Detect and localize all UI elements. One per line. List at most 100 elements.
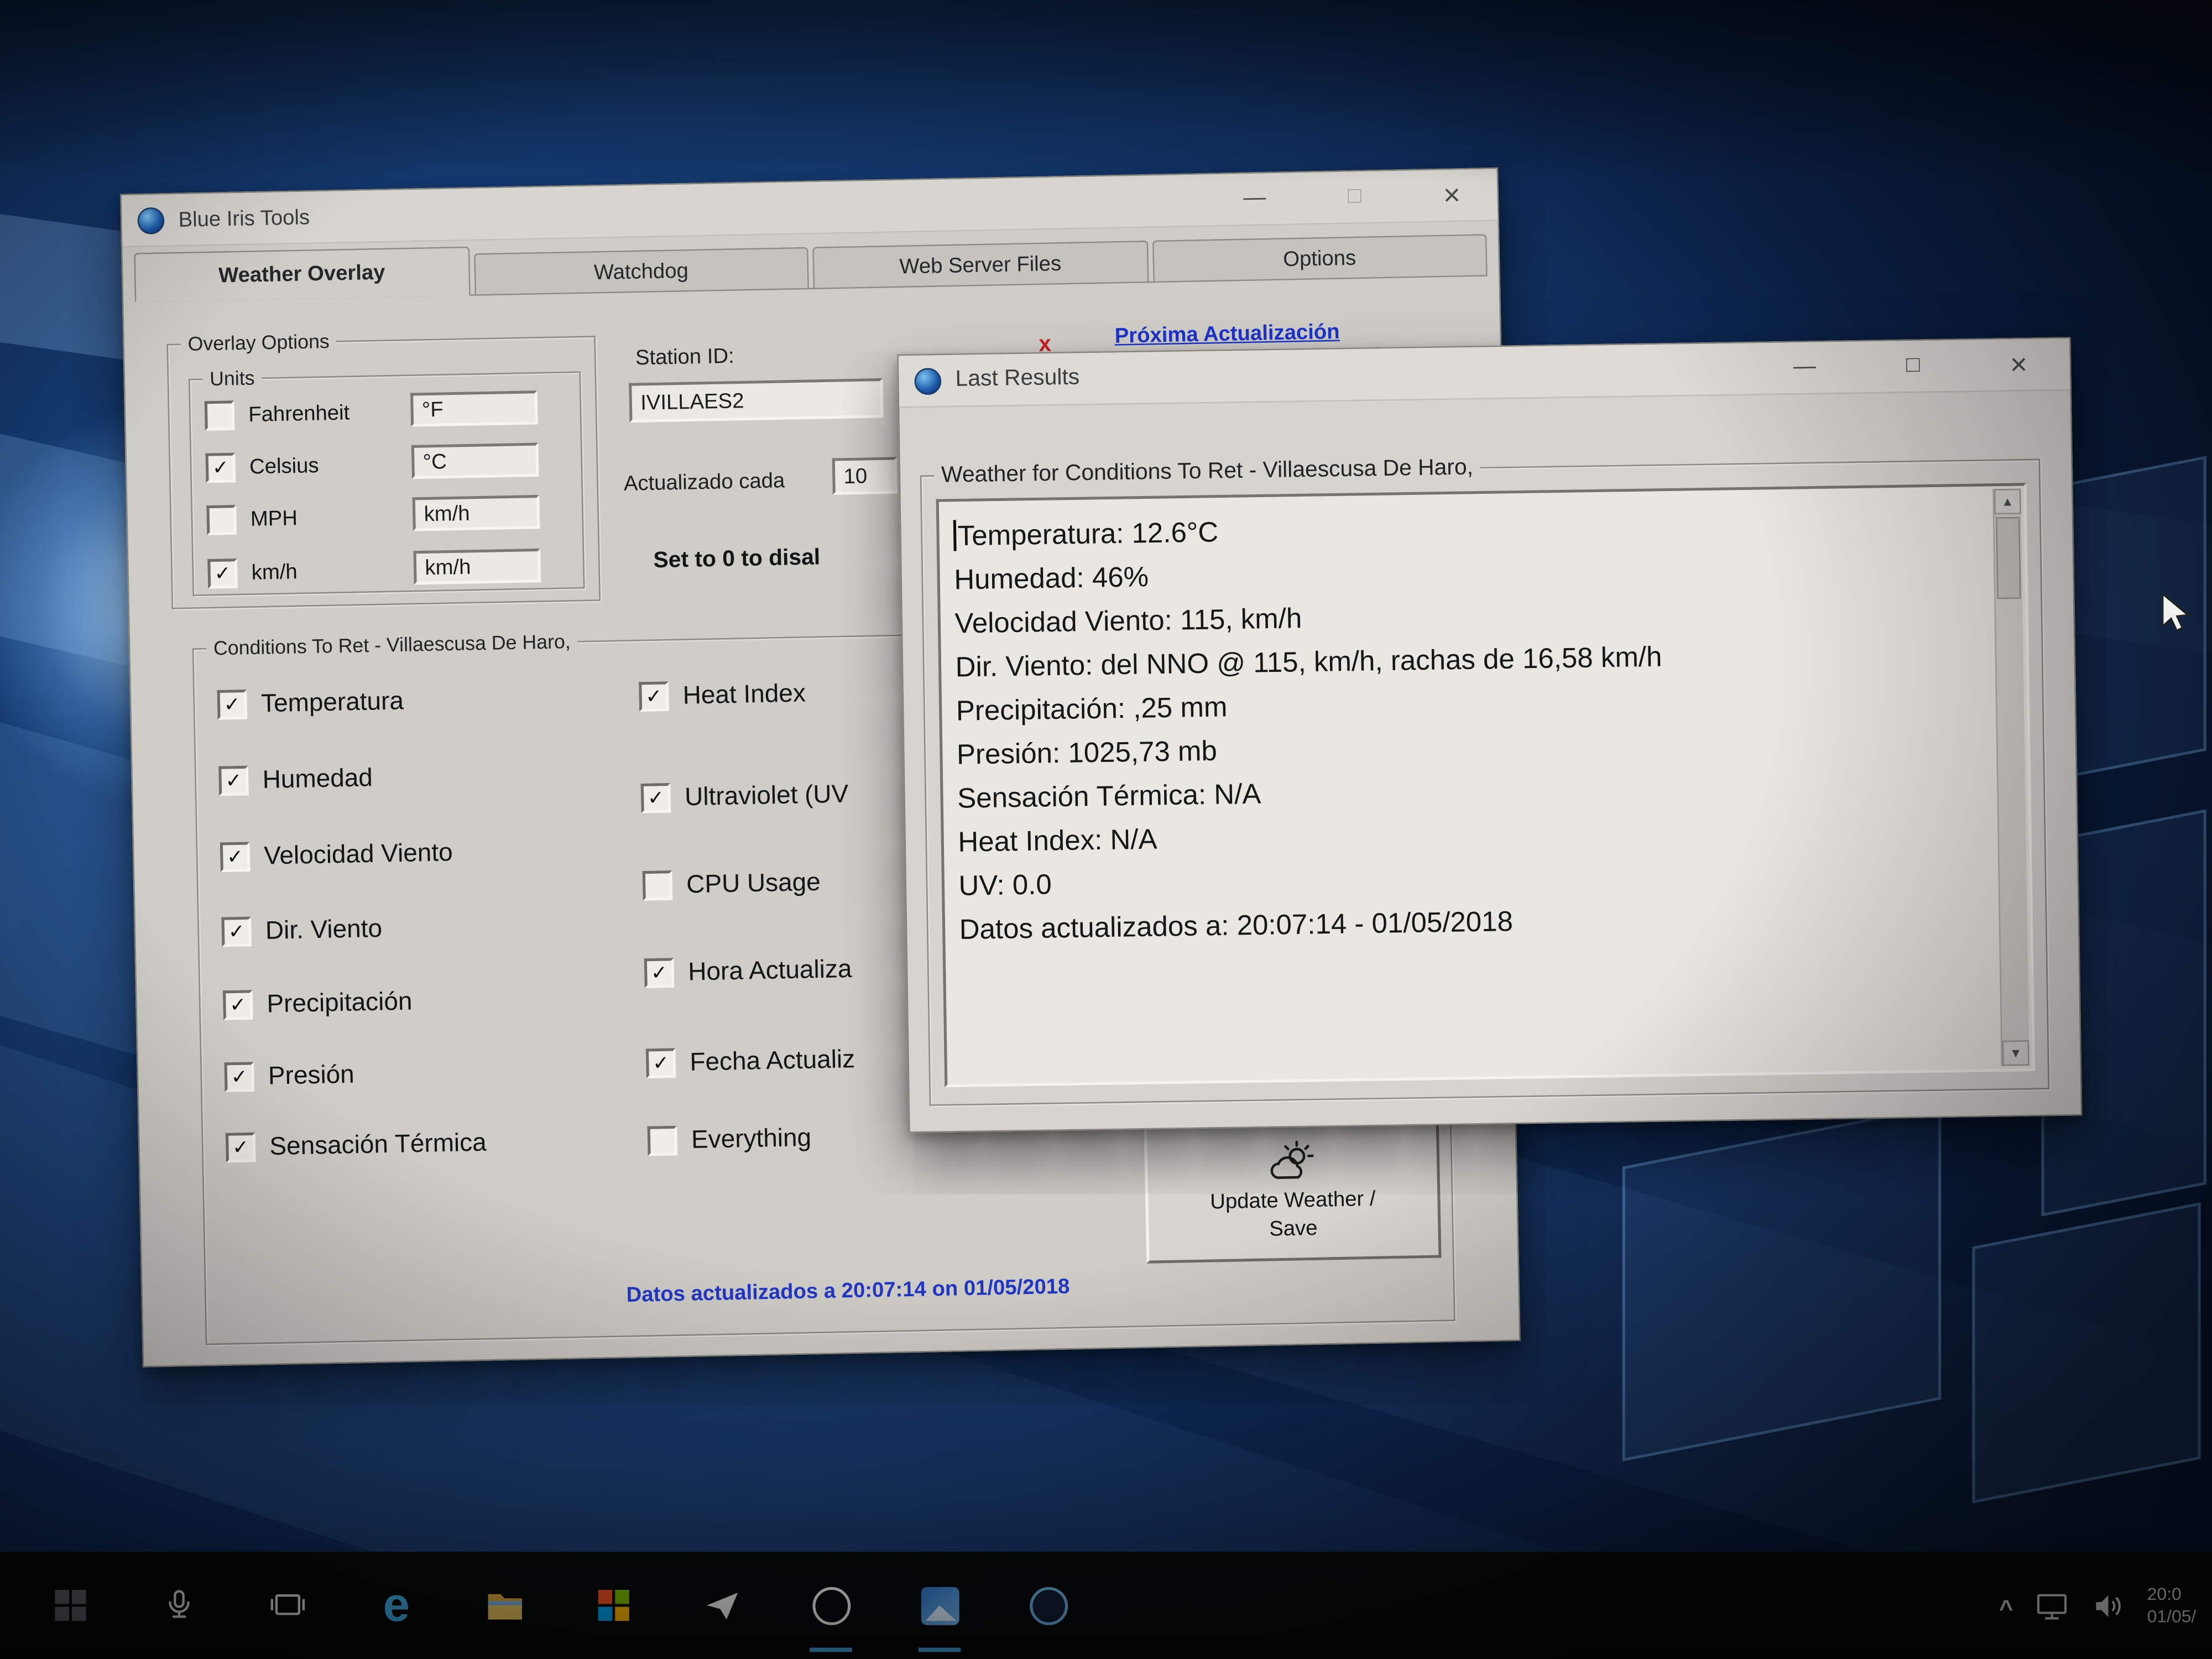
bittorrent-icon: [812, 1587, 850, 1625]
checkbox-row-sensacion-termica[interactable]: ✓ Sensación Térmica: [226, 1128, 487, 1163]
precipitacion-checkbox[interactable]: ✓: [223, 990, 253, 1020]
celsius-checkbox[interactable]: ✓: [206, 452, 236, 482]
next-update-link[interactable]: Próxima Actualización: [1114, 320, 1340, 348]
scroll-down-icon[interactable]: ▼: [2002, 1040, 2030, 1066]
temperatura-checkbox[interactable]: ✓: [217, 690, 248, 720]
checkbox-row-ultraviolet[interactable]: ✓ Ultraviolet (UV: [641, 780, 849, 813]
tab-watchdog[interactable]: Watchdog: [473, 247, 809, 295]
wallpaper-window-pane: [1972, 1202, 2200, 1504]
mph-checkbox[interactable]: ✓: [206, 504, 237, 535]
checkbox-row-humedad[interactable]: ✓ Humedad: [218, 763, 373, 796]
kmh-checkbox[interactable]: ✓: [207, 558, 238, 588]
check-icon: ✓: [212, 456, 229, 476]
fahrenheit-checkbox[interactable]: ✓: [205, 400, 235, 430]
results-text-area[interactable]: Temperatura: 12.6°C Humedad: 46% Velocid…: [936, 483, 2036, 1087]
kmh-unit-input[interactable]: [413, 549, 541, 585]
checkbox-row-cpu-usage[interactable]: ✓ CPU Usage: [643, 868, 821, 901]
station-id-input[interactable]: [629, 378, 883, 422]
network-icon[interactable]: [2034, 1588, 2070, 1623]
sensacion-termica-checkbox[interactable]: ✓: [226, 1133, 256, 1163]
taskbar: e: [0, 1552, 2212, 1659]
tab-web-server-files[interactable]: Web Server Files: [812, 241, 1148, 288]
humedad-checkbox[interactable]: ✓: [218, 766, 249, 796]
group-label: Conditions To Ret - Villaescusa De Haro,: [206, 629, 578, 659]
checkbox-row-fahrenheit[interactable]: ✓ Fahrenheit: [205, 390, 566, 434]
close-icon[interactable]: ×: [2010, 349, 2028, 379]
checkbox-row-fecha-actualiz[interactable]: ✓ Fecha Actualiz: [646, 1045, 855, 1078]
checkbox-label: Hora Actualiza: [688, 954, 852, 987]
check-icon: ✓: [229, 994, 247, 1014]
minimize-icon[interactable]: —: [1243, 187, 1266, 211]
update-interval-label: Actualizado cada: [623, 469, 785, 496]
celsius-unit-input[interactable]: [411, 443, 539, 479]
wallpaper-window-pane: [1623, 1105, 1942, 1462]
taskbar-icons: e: [0, 1552, 1123, 1659]
volume-icon[interactable]: [2091, 1588, 2126, 1623]
checkbox-label: Fecha Actualiz: [690, 1045, 855, 1077]
photos-button[interactable]: [906, 1552, 973, 1659]
mph-unit-input[interactable]: [413, 495, 540, 531]
checkbox-row-dir-viento[interactable]: ✓ Dir. Viento: [221, 914, 382, 947]
file-explorer-button[interactable]: [471, 1552, 539, 1659]
edge-icon: e: [383, 1582, 410, 1630]
checkbox-label: CPU Usage: [686, 868, 821, 900]
tray-chevron-icon[interactable]: ^: [1999, 1595, 2013, 1624]
bittorrent-button[interactable]: [797, 1552, 864, 1659]
close-icon[interactable]: ×: [1443, 180, 1460, 210]
checkbox-row-presion[interactable]: ✓ Presión: [224, 1060, 354, 1092]
minimize-icon[interactable]: —: [1793, 356, 1816, 379]
scroll-up-icon[interactable]: ▲: [1994, 489, 2021, 515]
start-button[interactable]: [36, 1552, 104, 1659]
text-caret: [953, 520, 957, 551]
checkbox-row-hora-actualiza[interactable]: ✓ Hora Actualiza: [644, 954, 852, 988]
fahrenheit-unit-input[interactable]: [410, 390, 538, 427]
heat-index-checkbox[interactable]: ✓: [639, 681, 669, 712]
update-weather-save-button[interactable]: Update Weather / Save: [1144, 1118, 1442, 1264]
presion-checkbox[interactable]: ✓: [224, 1062, 254, 1092]
clock[interactable]: 20:0 01/05/: [2147, 1583, 2212, 1628]
task-view-icon: [269, 1587, 306, 1624]
vertical-scrollbar[interactable]: ▲ ▼: [1992, 489, 2029, 1066]
check-icon: ✓: [648, 787, 665, 807]
checkbox-label: Everything: [691, 1123, 812, 1155]
file-explorer-icon: [486, 1588, 525, 1622]
tab-options[interactable]: Options: [1152, 234, 1488, 281]
checkbox-row-celsius[interactable]: ✓ Celsius: [205, 442, 567, 486]
window-title: Last Results: [955, 366, 1079, 393]
update-interval-input[interactable]: [832, 457, 898, 495]
hora-actualiza-checkbox[interactable]: ✓: [644, 958, 675, 988]
store-icon: [598, 1590, 629, 1621]
check-icon: ✓: [225, 770, 242, 790]
scrollbar-thumb[interactable]: [1996, 517, 2021, 599]
mail-button[interactable]: [688, 1552, 756, 1659]
everything-checkbox[interactable]: ✓: [648, 1126, 678, 1156]
weather-results-group: Weather for Conditions To Ret - Villaesc…: [920, 459, 2049, 1106]
task-view-button[interactable]: [254, 1552, 321, 1659]
ultraviolet-checkbox[interactable]: ✓: [641, 783, 671, 813]
dir-viento-checkbox[interactable]: ✓: [221, 917, 252, 947]
store-button[interactable]: [580, 1552, 647, 1659]
checkbox-row-mph[interactable]: ✓ MPH: [206, 494, 568, 538]
maximize-icon[interactable]: □: [1348, 186, 1361, 208]
checkbox-row-precipitacion[interactable]: ✓ Precipitación: [223, 987, 413, 1020]
cortana-mic-button[interactable]: [145, 1552, 213, 1659]
checkbox-row-velocidad-viento[interactable]: ✓ Velocidad Viento: [220, 838, 453, 872]
velocidad-viento-checkbox[interactable]: ✓: [220, 842, 251, 872]
check-icon: ✓: [227, 846, 244, 866]
maximize-icon[interactable]: □: [1906, 354, 1920, 377]
check-icon: ✓: [228, 921, 245, 941]
system-tray: ^ 20:0 01/05/: [1999, 1552, 2212, 1659]
checkbox-row-heat-index[interactable]: ✓ Heat Index: [639, 679, 806, 712]
cpu-usage-checkbox[interactable]: ✓: [643, 870, 673, 901]
tab-weather-overlay[interactable]: Weather Overlay: [134, 247, 469, 302]
checkbox-label: Ultraviolet (UV: [685, 780, 849, 812]
checkbox-row-temperatura[interactable]: ✓ Temperatura: [217, 686, 404, 719]
check-icon: ✓: [214, 562, 231, 582]
fecha-actualiz-checkbox[interactable]: ✓: [646, 1048, 676, 1078]
checkbox-row-everything[interactable]: ✓ Everything: [648, 1123, 812, 1156]
screen: Blue Iris Tools — □ × Weather Overlay Wa…: [0, 0, 2212, 1659]
cortana-button[interactable]: [1014, 1552, 1082, 1659]
group-label: Overlay Options: [181, 330, 337, 355]
edge-button[interactable]: e: [363, 1552, 430, 1659]
checkbox-row-kmh[interactable]: ✓ km/h: [207, 548, 569, 592]
